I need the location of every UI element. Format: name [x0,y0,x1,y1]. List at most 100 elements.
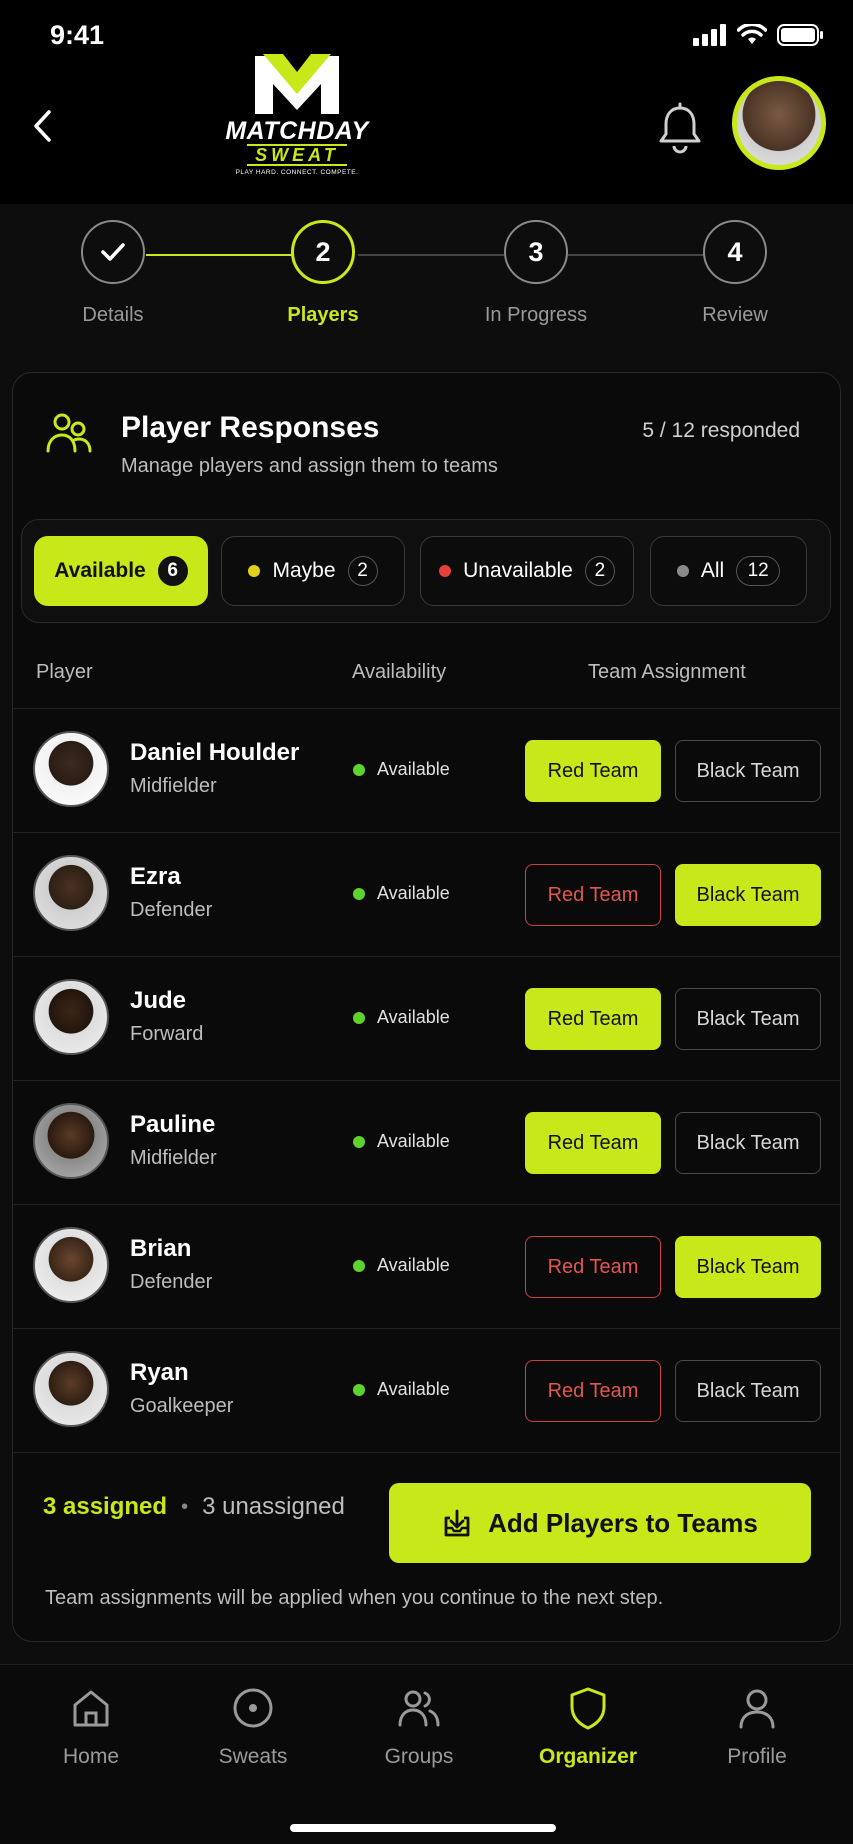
available-dot-icon [353,1383,365,1396]
bell-icon [659,102,701,154]
availability-label: Available [377,1007,450,1027]
available-dot-icon [353,1259,365,1272]
logo-line1: MATCHDAY [225,117,369,145]
availability-status: Available [353,1007,450,1028]
player-name: Pauline [130,1111,216,1138]
bottom-navigation: Home Sweats Groups Organizer Profile [0,1664,853,1844]
nav-label: Groups [384,1745,454,1768]
notifications-button[interactable] [656,102,704,154]
nav-organizer[interactable]: Organizer [513,1685,663,1769]
nav-sweats[interactable]: Sweats [178,1685,328,1769]
unavailable-dot-icon [439,565,452,577]
user-avatar[interactable] [732,76,826,170]
filter-available[interactable]: Available 6 [34,536,208,606]
filter-label: Unavailable [463,559,573,582]
red-team-button[interactable]: Red Team [525,988,661,1050]
table-row: Ezra Defender Available Red Team Black T… [13,833,840,957]
assignment-footnote: Team assignments will be applied when yo… [45,1587,664,1609]
assignment-summary: 3 assigned • 3 unassigned [43,1493,345,1521]
availability-label: Available [377,883,450,903]
nav-home[interactable]: Home [16,1685,166,1769]
back-button[interactable] [24,102,60,150]
player-responses-panel: Player Responses Manage players and assi… [12,372,841,1642]
table-row: Brian Defender Available Red Team Black … [13,1205,840,1329]
filter-maybe[interactable]: Maybe 2 [221,536,405,606]
step-circle-done [81,220,145,284]
player-avatar [33,1103,109,1179]
red-team-button[interactable]: Red Team [525,1112,661,1174]
table-header: Player Availability Team Assignment [13,635,840,709]
unassigned-count: 3 unassigned [202,1493,345,1520]
table-row: Pauline Midfielder Available Red Team Bl… [13,1081,840,1205]
add-button-label: Add Players to Teams [488,1507,758,1538]
summary-separator: • [181,1495,189,1518]
target-icon [233,1688,273,1728]
black-team-button[interactable]: Black Team [675,864,821,926]
status-icons [693,24,823,46]
red-team-button[interactable]: Red Team [525,1236,661,1298]
nav-profile[interactable]: Profile [682,1685,832,1769]
availability-label: Available [377,1255,450,1275]
logo-tagline: PLAY HARD. CONNECT. COMPETE. [235,169,359,176]
player-avatar [33,979,109,1055]
step-label: Details [82,304,144,326]
user-icon [739,1689,775,1729]
step-in-progress[interactable]: 3 In Progress [471,220,601,327]
available-dot-icon [353,887,365,900]
chevron-left-icon [34,110,51,142]
player-position: Midfielder [130,1147,217,1169]
all-dot-icon [676,565,689,577]
add-players-to-teams-button[interactable]: Add Players to Teams [389,1483,811,1563]
step-details[interactable]: Details [48,220,178,327]
black-team-button[interactable]: Black Team [675,740,821,802]
black-team-button[interactable]: Black Team [675,1236,821,1298]
black-team-button[interactable]: Black Team [675,1112,821,1174]
availability-status: Available [353,1255,450,1276]
responded-count: 5 / 12 responded [642,419,800,442]
player-position: Defender [130,899,213,921]
player-name: Brian [130,1235,192,1262]
red-team-button[interactable]: Red Team [525,740,661,802]
player-name: Jude [130,987,187,1014]
check-icon [101,243,125,261]
filter-count: 2 [347,556,378,586]
available-dot-icon [353,1011,365,1024]
filter-label: All [700,559,725,582]
available-dot-icon [353,1135,365,1148]
panel-title: Player Responses [121,411,380,444]
player-name: Ryan [130,1359,189,1386]
table-row: Daniel Houlder Midfielder Available Red … [13,709,840,833]
header-team-assignment: Team Assignment [588,661,746,683]
status-bar: 9:41 [0,0,853,72]
step-players[interactable]: 2 Players [258,220,388,327]
red-team-button[interactable]: Red Team [525,864,661,926]
home-indicator[interactable] [290,1824,556,1832]
nav-label: Sweats [218,1745,288,1768]
player-position: Defender [130,1271,213,1293]
black-team-button[interactable]: Black Team [675,988,821,1050]
step-circle-active: 2 [291,220,355,284]
header-availability: Availability [352,661,447,683]
filter-count: 6 [157,556,188,586]
battery-icon [777,24,823,46]
maybe-dot-icon [248,565,261,577]
player-avatar [33,855,109,931]
signal-icon [693,24,726,46]
player-name: Daniel Houlder [130,739,300,766]
filter-unavailable[interactable]: Unavailable 2 [420,536,634,606]
progress-stepper: Details 2 Players 3 In Progress 4 Review [0,204,853,354]
step-review[interactable]: 4 Review [670,220,800,327]
step-label: Review [702,304,768,326]
red-team-button[interactable]: Red Team [525,1360,661,1422]
availability-label: Available [377,1379,450,1399]
users-icon [46,413,92,453]
nav-label: Home [62,1745,120,1768]
player-avatar [33,1351,109,1427]
player-name: Ezra [130,863,181,890]
nav-groups[interactable]: Groups [344,1685,494,1769]
player-position: Goalkeeper [130,1395,234,1417]
filter-all[interactable]: All 12 [650,536,807,606]
availability-status: Available [353,759,450,780]
black-team-button[interactable]: Black Team [675,1360,821,1422]
nav-label: Organizer [538,1745,638,1768]
